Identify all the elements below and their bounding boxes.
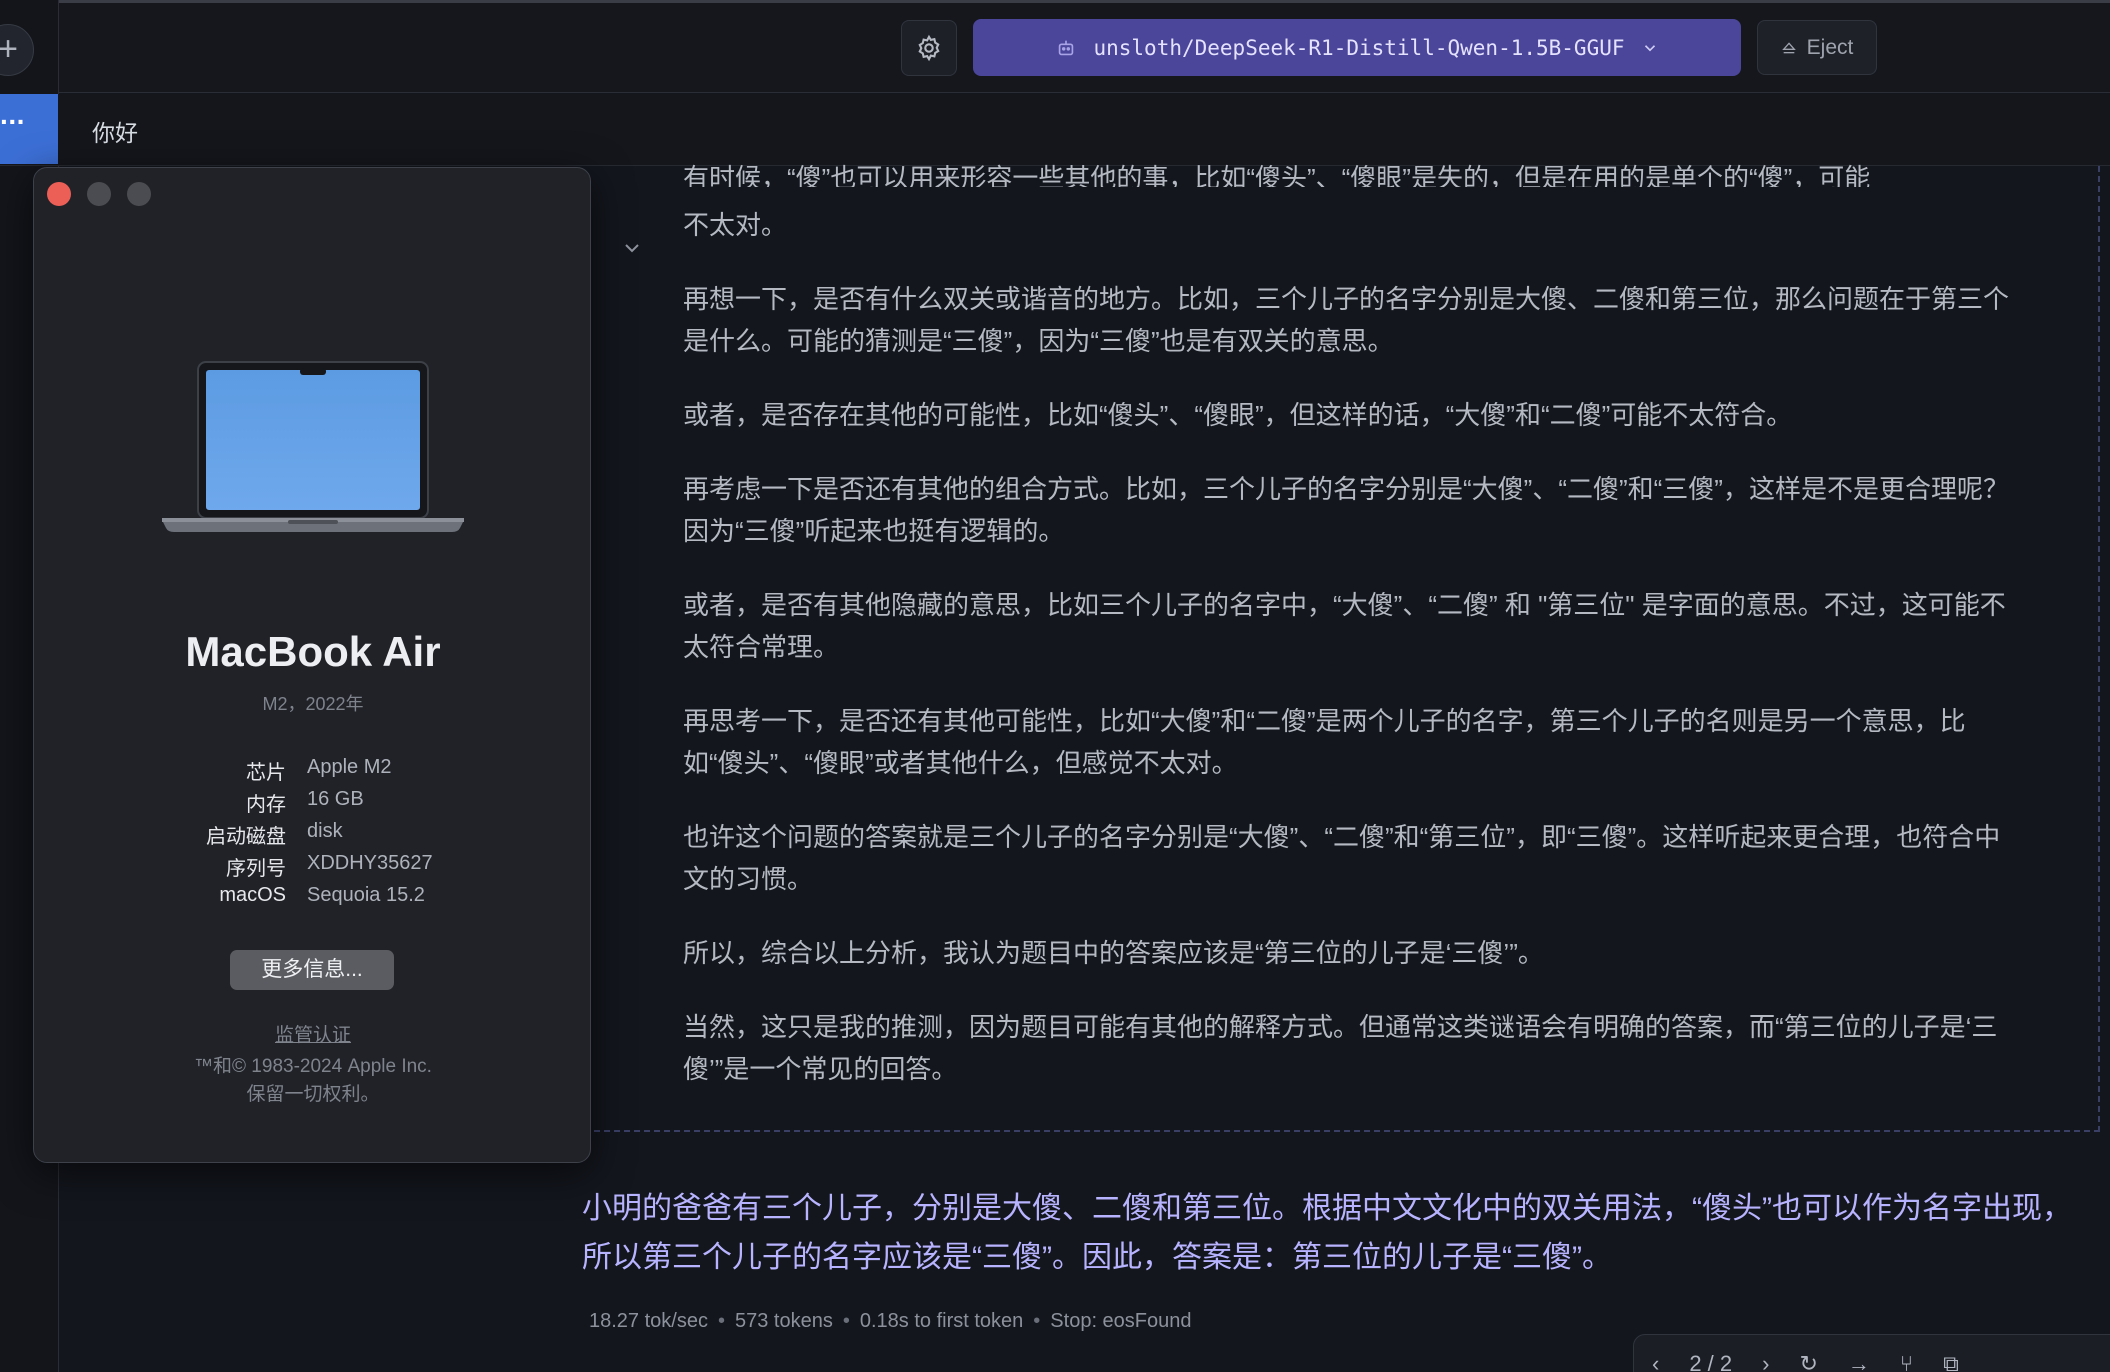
chat-menu-button[interactable]: ··· [0, 94, 58, 164]
thinking-paragraph: 所以，综合以上分析，我认为题目中的答案应该是“第三位的儿子是‘三傻’”。 [683, 938, 1544, 968]
gear-icon [918, 34, 940, 62]
stat-stop-reason: Stop: eosFound [1050, 1310, 1192, 1332]
spec-value: Apple M2 [307, 756, 392, 778]
eject-label: Eject [1806, 35, 1854, 59]
robot-icon [1059, 40, 1074, 55]
chevron-down-icon [1644, 44, 1655, 51]
stat-separator: • [717, 1310, 725, 1332]
stat-separator: • [1033, 1310, 1041, 1332]
copyright-text: ™和© 1983-2024 Apple Inc. [194, 1056, 432, 1077]
macbook-air-icon [162, 361, 464, 532]
eject-button[interactable]: Eject [1757, 20, 1877, 75]
window-close-button[interactable] [47, 182, 71, 206]
stat-tokens: 573 tokens [734, 1310, 833, 1332]
assistant-answer: 小明的爸爸有三个儿子，分别是大傻、二傻和第三位。根据中文文化中的双关用法，“傻头… [582, 1192, 2072, 1274]
spec-row-startup-disk: 启动磁盘 disk [34, 820, 592, 852]
chevron-left-icon[interactable]: ‹ [1652, 1351, 1659, 1372]
window-edge [0, 0, 2110, 3]
thinking-paragraph: 再思考一下，是否还有其他可能性，比如“大傻”和“二傻”是两个儿子的名字，第三个儿… [683, 706, 1966, 778]
thinking-paragraph: 或者，是否有其他隐藏的意思，比如三个儿子的名字中，“大傻”、“二傻” 和 "第三… [683, 590, 2006, 662]
more-info-button[interactable]: 更多信息... [230, 950, 394, 990]
device-model-year: M2，2022年 [262, 694, 364, 714]
rights-text: 保留一切权利。 [246, 1084, 380, 1105]
spec-label: 序列号 [226, 858, 286, 880]
message-toolbar: ‹ 2 / 2 › ↻ → ⑂ ⧉ [1633, 1334, 2110, 1372]
thinking-paragraph: 再考虑一下是否还有其他的组合方式。比如，三个儿子的名字分别是“大傻”、“二傻”和… [683, 474, 2009, 546]
stat-speed: 18.27 tok/sec [589, 1310, 708, 1332]
spec-row-serial: 序列号 XDDHY35627 [34, 852, 592, 884]
spec-label: 启动磁盘 [206, 826, 286, 848]
collapse-thinking-icon[interactable] [620, 236, 644, 260]
spec-value: 16 GB [307, 788, 364, 810]
device-name: MacBook Air [185, 628, 441, 675]
spec-row-memory: 内存 16 GB [34, 788, 592, 820]
chat-title: 你好 [92, 120, 138, 146]
settings-button[interactable] [901, 20, 957, 76]
thinking-paragraph: 有时候，“傻”也可以用来形容一些其他的事，比如“傻头”、“傻眼”是失的，但是在用… [683, 163, 1871, 187]
spec-value: Sequoia 15.2 [307, 884, 425, 906]
thinking-paragraph: 也许这个问题的答案就是三个儿子的名字分别是“大傻”、“二傻”和“第三位”，即“三… [683, 822, 2001, 894]
model-selector[interactable]: unsloth/DeepSeek-R1-Distill-Qwen-1.5B-GG… [973, 19, 1741, 76]
copy-icon[interactable]: ⧉ [1943, 1351, 1959, 1372]
about-this-mac-window: MacBook Air M2，2022年 芯片 Apple M2 内存 16 G… [33, 167, 591, 1163]
window-zoom-button[interactable] [127, 182, 151, 206]
spec-label: 内存 [246, 794, 286, 816]
thinking-paragraph: 或者，是否存在其他的可能性，比如“傻头”、“傻眼”，但这样的话，“大傻”和“二傻… [683, 400, 1793, 430]
chevron-right-icon[interactable]: › [1762, 1351, 1769, 1372]
spec-row-macos: macOS Sequoia 15.2 [34, 884, 592, 916]
thinking-paragraph: 不太对。 [683, 210, 788, 240]
generation-stats: 18.27 tok/sec • 573 tokens • 0.18s to fi… [589, 1310, 1192, 1333]
branch-icon[interactable]: ⑂ [1900, 1351, 1913, 1372]
stat-first-token: 0.18s to first token [859, 1310, 1024, 1332]
spec-label: 芯片 [246, 762, 286, 784]
window-minimize-button[interactable] [87, 182, 111, 206]
regenerate-icon[interactable]: ↻ [1799, 1351, 1817, 1372]
eject-icon [1781, 41, 1796, 53]
spec-row-chip: 芯片 Apple M2 [34, 756, 592, 788]
spec-value: XDDHY35627 [307, 852, 433, 874]
chat-header [0, 94, 2110, 166]
spec-label: macOS [219, 884, 286, 906]
spec-value: disk [307, 820, 343, 842]
regulatory-certification-link[interactable]: 监管认证 [34, 1020, 592, 1047]
model-name: unsloth/DeepSeek-R1-Distill-Qwen-1.5B-GG… [1093, 35, 1625, 60]
thinking-paragraph: 再想一下，是否有什么双关或谐音的地方。比如，三个儿子的名字分别是大傻、二傻和第三… [683, 284, 2010, 356]
version-pager: 2 / 2 [1689, 1351, 1733, 1372]
continue-icon[interactable]: → [1848, 1351, 1870, 1372]
stat-separator: • [842, 1310, 850, 1332]
thinking-paragraph: 当然，这只是我的推测，因为题目可能有其他的解释方式。但通常这类谜语会有明确的答案… [683, 1012, 1998, 1084]
